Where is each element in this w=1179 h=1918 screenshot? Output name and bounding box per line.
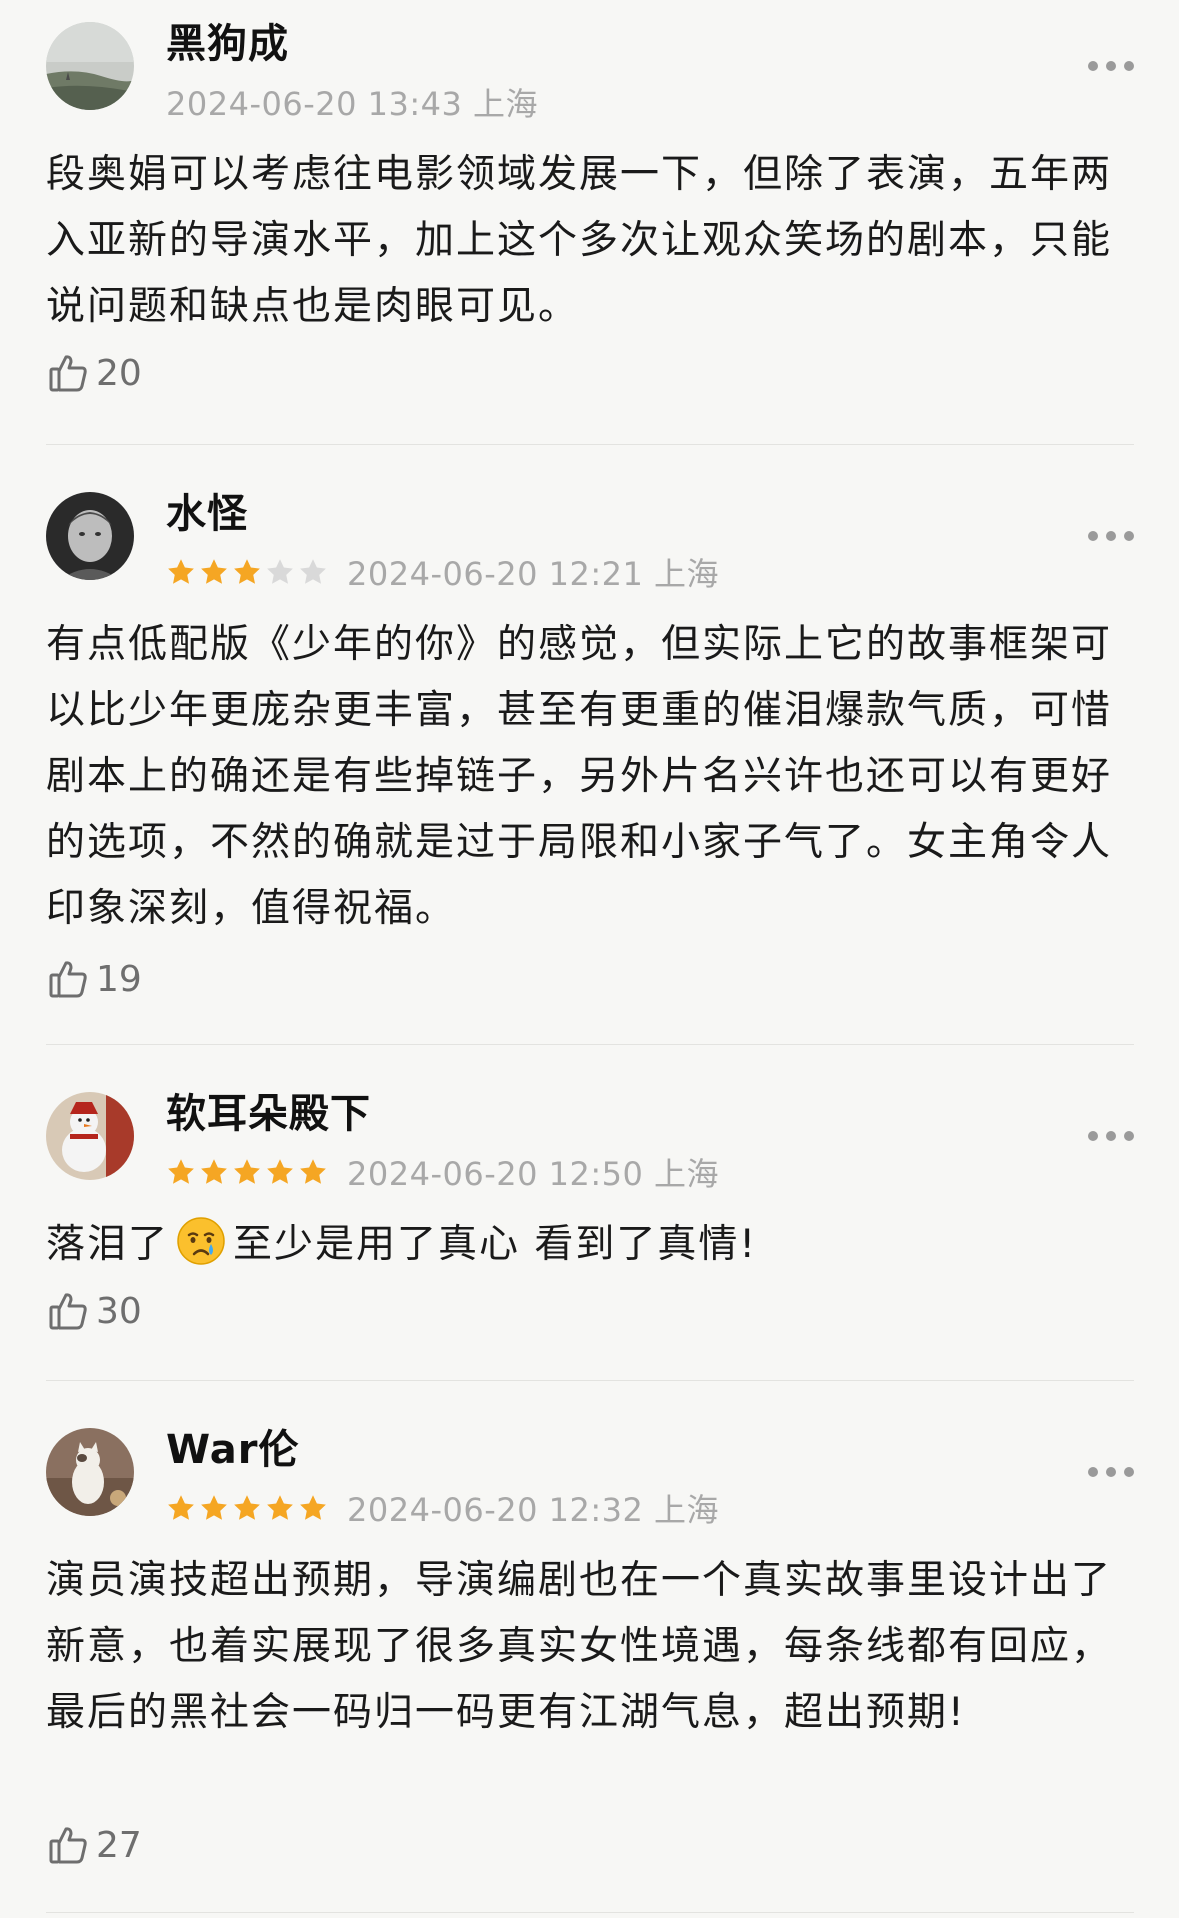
more-options-button[interactable] bbox=[1088, 1126, 1134, 1146]
username[interactable]: 水怪 bbox=[166, 490, 248, 538]
like-count: 30 bbox=[96, 1290, 142, 1332]
username[interactable]: 软耳朵殿下 bbox=[166, 1090, 371, 1138]
star-icon bbox=[300, 1495, 326, 1520]
username[interactable]: War伦 bbox=[166, 1426, 299, 1474]
comment-meta: 2024-06-20 12:21 上海 bbox=[166, 554, 719, 593]
rating-stars bbox=[166, 1157, 331, 1187]
star-icon bbox=[267, 1159, 293, 1184]
like-button[interactable]: 27 bbox=[48, 1824, 142, 1866]
star-icon bbox=[300, 559, 326, 584]
more-dots-icon bbox=[1088, 61, 1098, 71]
star-icon bbox=[201, 1495, 227, 1520]
star-icon bbox=[168, 1495, 194, 1520]
comment-text: 演员演技超出预期，导演编剧也在一个真实故事里设计出了新意，也着实展现了很多真实女… bbox=[46, 1558, 1113, 1735]
star-icon bbox=[201, 559, 227, 584]
thumbs-up-icon bbox=[49, 355, 87, 392]
star-icon bbox=[168, 1159, 194, 1184]
crying-face-emoji bbox=[177, 1217, 225, 1265]
like-count: 19 bbox=[96, 958, 142, 1000]
timestamp: 2024-06-20 12:32 上海 bbox=[347, 1491, 720, 1529]
comment-text-before: 落泪了 bbox=[46, 1222, 170, 1267]
rating-stars bbox=[166, 1493, 331, 1523]
avatar[interactable] bbox=[46, 1428, 134, 1516]
comment-text-after: 至少是用了真心 看到了真情! bbox=[233, 1222, 758, 1267]
avatar[interactable] bbox=[46, 492, 134, 580]
more-dots-icon bbox=[1088, 531, 1098, 541]
like-button[interactable]: 20 bbox=[48, 352, 142, 394]
comment-meta: 2024-06-20 12:32 上海 bbox=[166, 1490, 719, 1529]
thumbs-up-icon bbox=[49, 1827, 87, 1864]
more-dots-icon bbox=[1088, 1467, 1098, 1477]
divider bbox=[46, 1380, 1134, 1381]
comment-meta: 2024-06-20 12:50 上海 bbox=[166, 1154, 719, 1193]
comment-text: 段奥娟可以考虑往电影领域发展一下，但除了表演，五年两入亚新的导演水平，加上这个多… bbox=[46, 152, 1113, 329]
username[interactable]: 黑狗成 bbox=[166, 20, 289, 68]
thumbs-up-icon bbox=[49, 961, 87, 998]
comment-text: 有点低配版《少年的你》的感觉，但实际上它的故事框架可以比少年更庞杂更丰富，甚至有… bbox=[46, 622, 1113, 931]
thumbs-up-icon bbox=[49, 1293, 87, 1330]
rating-stars bbox=[166, 557, 331, 587]
avatar[interactable] bbox=[46, 1092, 134, 1180]
more-dots-icon bbox=[1088, 1131, 1098, 1141]
avatar[interactable] bbox=[46, 22, 134, 110]
comment-text: 落泪了 至少是用了真心 看到了真情! bbox=[46, 1212, 1118, 1278]
star-icon bbox=[300, 1159, 326, 1184]
divider bbox=[46, 1044, 1134, 1045]
timestamp: 2024-06-20 13:43 上海 bbox=[166, 85, 539, 123]
like-button[interactable]: 19 bbox=[48, 958, 142, 1000]
star-icon bbox=[201, 1159, 227, 1184]
more-options-button[interactable] bbox=[1088, 56, 1134, 76]
like-button[interactable]: 30 bbox=[48, 1290, 142, 1332]
star-icon bbox=[267, 1495, 293, 1520]
timestamp: 2024-06-20 12:21 上海 bbox=[347, 555, 720, 593]
comment-meta: 2024-06-20 13:43 上海 bbox=[166, 84, 538, 123]
star-icon bbox=[168, 559, 194, 584]
more-options-button[interactable] bbox=[1088, 526, 1134, 546]
like-count: 27 bbox=[96, 1824, 142, 1866]
more-options-button[interactable] bbox=[1088, 1462, 1134, 1482]
star-icon bbox=[234, 1495, 260, 1520]
star-icon bbox=[267, 559, 293, 584]
star-icon bbox=[234, 1159, 260, 1184]
divider bbox=[46, 1912, 1134, 1913]
timestamp: 2024-06-20 12:50 上海 bbox=[347, 1155, 720, 1193]
divider bbox=[46, 444, 1134, 445]
like-count: 20 bbox=[96, 352, 142, 394]
star-icon bbox=[234, 559, 260, 584]
